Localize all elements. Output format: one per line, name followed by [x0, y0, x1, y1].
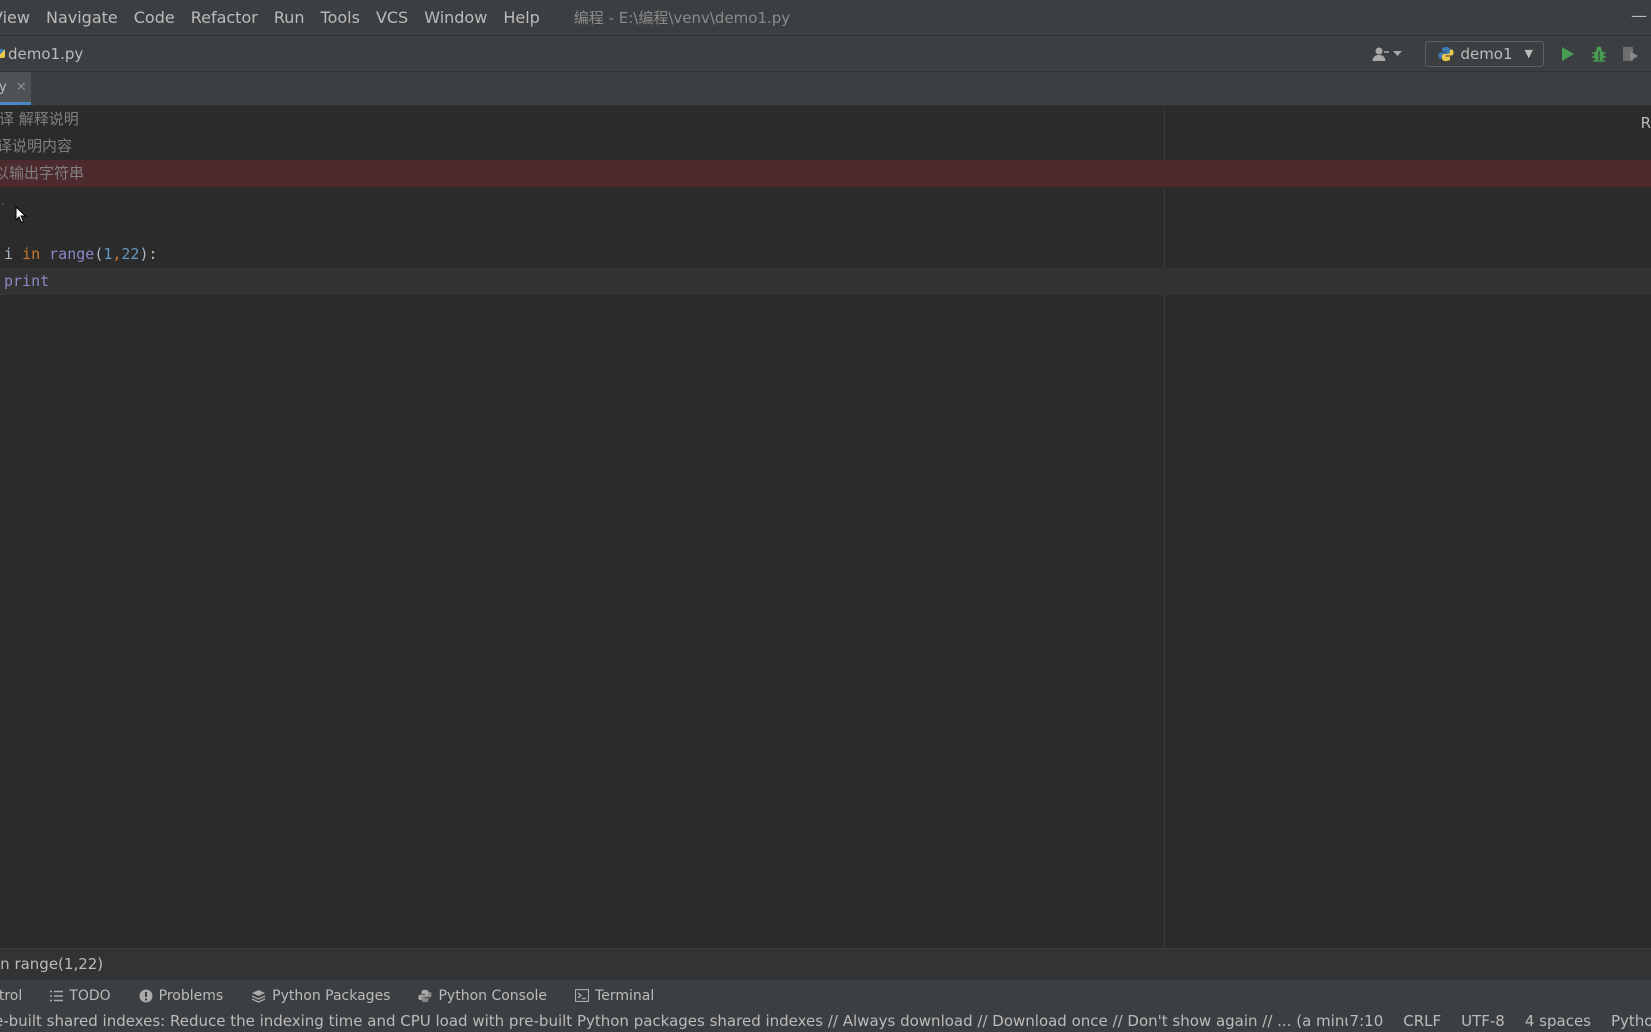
- navigation-bar: demo1.py demo1 ▼: [0, 36, 1651, 72]
- comment-text: 以输出字符串: [0, 164, 85, 182]
- debug-button[interactable]: [1589, 44, 1609, 64]
- builtin-range: range: [49, 245, 95, 263]
- python-icon: [1438, 46, 1454, 61]
- run-button[interactable]: [1558, 44, 1578, 64]
- list-icon: [50, 990, 64, 1001]
- info-icon: [139, 989, 153, 1002]
- file-encoding[interactable]: UTF-8: [1461, 1010, 1505, 1032]
- tool-terminal[interactable]: Terminal: [575, 988, 654, 1004]
- ide-window: View Navigate Code Refactor Run Tools VC…: [0, 0, 1651, 1032]
- code-line-1: 译 解释说明: [0, 106, 1651, 133]
- status-widgets: 7:10 CRLF UTF-8 4 spaces Python: [1330, 1010, 1651, 1032]
- tool-label: Python Packages: [272, 987, 391, 1004]
- comment-text: 译 解释说明: [0, 110, 79, 128]
- menu-refactor[interactable]: Refactor: [183, 8, 266, 27]
- menu-navigate[interactable]: Navigate: [38, 8, 126, 27]
- coverage-button[interactable]: [1620, 44, 1640, 64]
- menu-help[interactable]: Help: [495, 8, 547, 27]
- chevron-down-icon: [1393, 50, 1403, 56]
- code-editor[interactable]: R 译 解释说明 译说明内容 以输出字符串 · i in range(1,22)…: [0, 106, 1651, 947]
- user-icon: [1372, 47, 1390, 61]
- number-end: 22: [121, 245, 140, 263]
- code-breadcrumb[interactable]: in range(1,22): [0, 948, 1651, 979]
- menu-window[interactable]: Window: [416, 8, 495, 27]
- status-bar: e-built shared indexes: Reduce the index…: [0, 1010, 1651, 1032]
- run-configuration-select[interactable]: demo1 ▼: [1425, 40, 1544, 67]
- bug-icon: [1592, 46, 1606, 62]
- caret-position[interactable]: 7:10: [1350, 1010, 1384, 1032]
- menu-bar: View Navigate Code Refactor Run Tools VC…: [0, 0, 1651, 36]
- terminal-icon: [575, 989, 590, 1002]
- close-icon[interactable]: ✕: [16, 80, 27, 95]
- layers-icon: [251, 989, 266, 1003]
- tool-label: Terminal: [595, 987, 655, 1004]
- file-breadcrumb[interactable]: demo1.py: [0, 45, 83, 63]
- code-line-3-error: 以输出字符串: [0, 160, 1651, 187]
- window-title: 编程 - E:\编程\venv\demo1.py: [573, 9, 791, 27]
- for-statement: i in range(1,22):: [4, 241, 158, 268]
- minimize-button[interactable]: —: [1631, 6, 1647, 25]
- menu-view[interactable]: View: [0, 8, 38, 27]
- tool-label: TODO: [69, 987, 111, 1004]
- python-icon: [418, 989, 433, 1002]
- tool-python-console[interactable]: Python Console: [418, 988, 547, 1004]
- tool-python-packages[interactable]: Python Packages: [251, 988, 390, 1004]
- breadcrumb-item[interactable]: in range(1,22): [0, 955, 103, 973]
- line-separator[interactable]: CRLF: [1403, 1010, 1441, 1032]
- menu-vcs[interactable]: VCS: [368, 8, 416, 27]
- code-line-4: ·: [0, 187, 1651, 214]
- mouse-cursor-icon: [15, 206, 27, 224]
- tool-label: Python Console: [438, 987, 548, 1004]
- tool-version-control[interactable]: ntrol: [0, 988, 22, 1004]
- python-interpreter[interactable]: Python: [1611, 1010, 1651, 1032]
- code-line-6: i in range(1,22):: [0, 241, 1651, 268]
- status-message[interactable]: e-built shared indexes: Reduce the index…: [0, 1010, 1348, 1032]
- python-file-icon: [0, 49, 5, 58]
- indent-setting[interactable]: 4 spaces: [1525, 1010, 1591, 1032]
- comment-text: 译说明内容: [0, 137, 73, 155]
- tab-label: y: [0, 79, 7, 95]
- builtin-print: print: [4, 272, 50, 290]
- chevron-down-icon: ▼: [1524, 47, 1533, 60]
- menu-run[interactable]: Run: [266, 8, 313, 27]
- menu-tools[interactable]: Tools: [313, 8, 368, 27]
- tool-todo[interactable]: TODO: [50, 987, 111, 1004]
- tool-label: ntrol: [0, 987, 23, 1004]
- keyword-in: in: [22, 245, 41, 263]
- loop-variable: i: [4, 245, 14, 263]
- code-line-2: 译说明内容: [0, 133, 1651, 160]
- code-line-7-current: print: [0, 268, 1651, 295]
- navbar-actions: demo1 ▼: [1372, 36, 1651, 71]
- paren-open: (: [94, 245, 104, 263]
- run-icon: [1562, 46, 1574, 61]
- paren-close: ):: [139, 245, 158, 263]
- run-config-label: demo1: [1460, 44, 1513, 63]
- tool-label: Problems: [158, 987, 224, 1004]
- tool-problems[interactable]: Problems: [139, 987, 224, 1004]
- user-dropdown[interactable]: [1372, 46, 1405, 62]
- editor-tab-demo1[interactable]: y ✕: [0, 72, 31, 105]
- editor-tab-bar: y ✕: [0, 72, 1651, 106]
- menu-code[interactable]: Code: [126, 8, 183, 27]
- tool-window-bar: ntrol TODO Problems Python Packages: [0, 979, 1651, 1011]
- run-with-coverage-icon: [1623, 46, 1638, 61]
- file-name: demo1.py: [8, 44, 84, 63]
